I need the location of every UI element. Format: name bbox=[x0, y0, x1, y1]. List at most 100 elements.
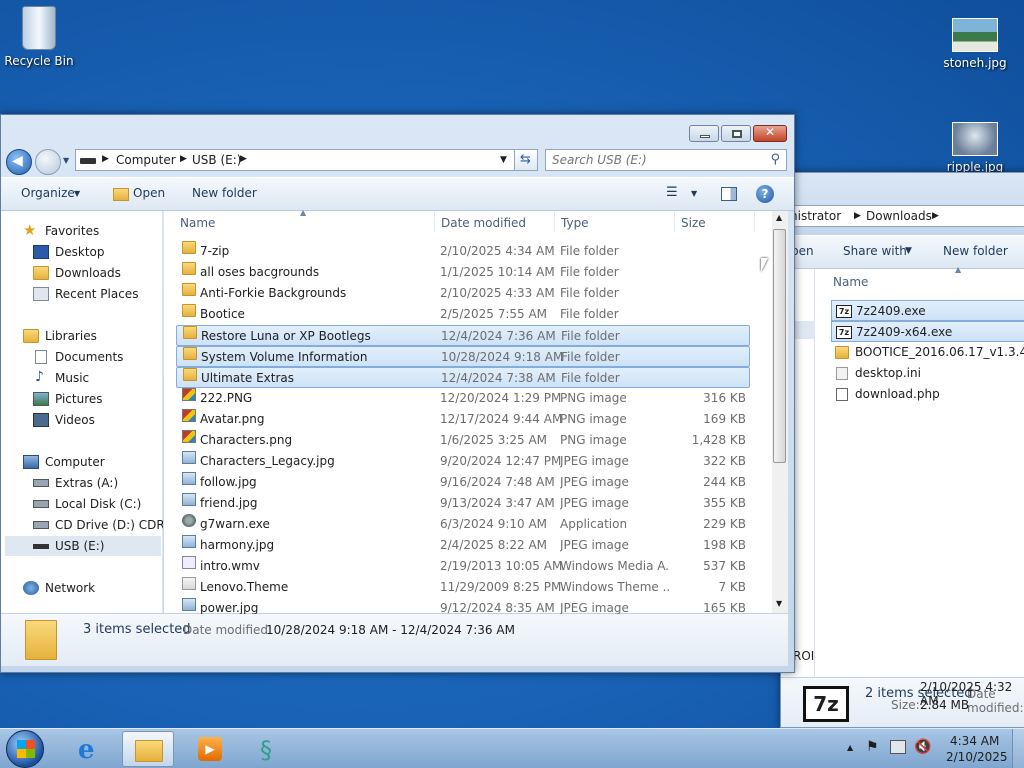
organize-button[interactable]: Organize bbox=[21, 186, 75, 200]
new-folder-button[interactable]: New folder bbox=[192, 186, 257, 200]
file-row[interactable]: Avatar.png 12/17/2024 9:44 AM PNG image 169… bbox=[176, 409, 750, 430]
file-row[interactable]: Ultimate Extras 12/4/2024 7:38 AM File fol… bbox=[176, 367, 750, 388]
address-dropdown-icon[interactable]: ▼ bbox=[500, 155, 507, 165]
file-row[interactable]: System Volume Information 10/28/2024 9:18… bbox=[176, 346, 750, 367]
breadcrumb-usb[interactable]: USB (E:) bbox=[192, 153, 241, 167]
file-date: 12/4/2024 7:38 AM bbox=[441, 371, 556, 385]
nav-computer[interactable]: Computer bbox=[23, 452, 105, 472]
nav-local-disk[interactable]: Local Disk (C:) bbox=[33, 494, 141, 514]
file-row[interactable]: harmony.jpg 2/4/2025 8:22 AM JPEG image 198… bbox=[176, 535, 750, 556]
clock-date[interactable]: 2/10/2025 bbox=[946, 750, 1008, 764]
chevron-down-icon[interactable]: ▼ bbox=[691, 189, 697, 198]
recycle-bin-icon[interactable]: Recycle Bin bbox=[1, 6, 77, 68]
file-date: 2/19/2013 10:05 AM bbox=[440, 559, 563, 573]
nav-documents[interactable]: Documents bbox=[33, 347, 123, 367]
nav-usb-drive[interactable]: USB (E:) bbox=[5, 536, 161, 556]
recent-pages-chevron-icon[interactable]: ▼ bbox=[63, 156, 69, 165]
trash-icon bbox=[22, 6, 56, 50]
preview-pane-icon[interactable] bbox=[721, 187, 737, 201]
nav-network[interactable]: Network bbox=[23, 578, 95, 598]
scroll-down-icon[interactable]: ▼ bbox=[776, 599, 782, 608]
start-button[interactable] bbox=[6, 730, 44, 768]
scroll-thumb[interactable] bbox=[773, 229, 786, 463]
file-type: JPEG image bbox=[560, 538, 629, 552]
explorer-taskbar-button[interactable] bbox=[122, 731, 174, 767]
file-row[interactable]: all oses bacgrounds 1/1/2025 10:14 AM File… bbox=[176, 262, 750, 283]
nav-recent-places[interactable]: Recent Places bbox=[33, 284, 138, 304]
nav-downloads[interactable]: Downloads bbox=[33, 263, 121, 283]
internet-explorer-taskbar-button[interactable]: e bbox=[66, 731, 118, 767]
nav-music[interactable]: ♪ Music bbox=[33, 368, 89, 388]
file-row[interactable]: g7warn.exe 6/3/2024 9:10 AM Application 229… bbox=[176, 514, 750, 535]
show-hidden-icons-chevron[interactable]: ▲ bbox=[847, 743, 853, 752]
nav-label: Videos bbox=[55, 413, 95, 427]
file-row[interactable]: 222.PNG 12/20/2024 1:29 PM PNG image 316 KB bbox=[176, 388, 750, 409]
back-button[interactable]: ◀ bbox=[6, 149, 32, 175]
nav-label: Extras (A:) bbox=[55, 476, 119, 490]
nav-videos[interactable]: Videos bbox=[33, 410, 95, 430]
downloads-window[interactable]: nistrator ▶ Downloads ▶ pen Share with ▼… bbox=[780, 172, 1024, 728]
file-date: 12/20/2024 1:29 PM bbox=[440, 391, 562, 405]
open-button[interactable]: Open bbox=[133, 186, 165, 200]
file-date: 1/6/2025 3:25 AM bbox=[440, 433, 548, 447]
file-row[interactable]: Restore Luna or XP Bootlegs 12/4/2024 7:3… bbox=[176, 325, 750, 346]
file-date: 2/10/2025 4:34 AM bbox=[440, 244, 555, 258]
column-header-date[interactable]: Date modified bbox=[441, 216, 526, 230]
forward-button[interactable] bbox=[35, 149, 61, 175]
file-row[interactable]: intro.wmv 2/19/2013 10:05 AM Windows Media… bbox=[176, 556, 750, 577]
nav-pictures[interactable]: Pictures bbox=[33, 389, 103, 409]
nav-label: Favorites bbox=[45, 224, 100, 238]
column-header-type[interactable]: Type bbox=[561, 216, 589, 230]
star-icon: ★ bbox=[23, 221, 37, 239]
action-center-flag-icon[interactable]: ⚑ bbox=[866, 739, 879, 755]
media-player-taskbar-button[interactable]: ▶ bbox=[184, 731, 236, 767]
network-tray-icon[interactable] bbox=[890, 740, 906, 754]
nav-favorites[interactable]: ★ Favorites bbox=[23, 221, 99, 241]
clock-time[interactable]: 4:34 AM bbox=[950, 734, 999, 748]
refresh-button[interactable]: ⇆ bbox=[514, 149, 538, 171]
file-row[interactable]: Bootice 2/5/2025 7:55 AM File folder bbox=[176, 304, 750, 325]
address-bar[interactable]: ▶ Computer ▶ USB (E:) ▶ ▼ bbox=[75, 149, 515, 171]
file-date: 12/17/2024 9:44 AM bbox=[440, 412, 563, 426]
column-header-size[interactable]: Size bbox=[681, 216, 706, 230]
column-header-name[interactable]: Name bbox=[180, 216, 215, 230]
file-date: 9/12/2024 8:35 AM bbox=[440, 601, 555, 614]
show-desktop-button[interactable] bbox=[1012, 729, 1024, 768]
recent-places-icon bbox=[33, 287, 49, 301]
close-button[interactable]: ✕ bbox=[753, 125, 787, 142]
file-row[interactable]: Characters_Legacy.jpg 9/20/2024 12:47 PM J… bbox=[176, 451, 750, 472]
scroll-up-icon[interactable]: ▲ bbox=[776, 213, 782, 222]
help-icon[interactable]: ? bbox=[756, 185, 774, 203]
image-thumbnail-icon bbox=[952, 122, 998, 156]
nav-cd-drive[interactable]: CD Drive (D:) CDROM bbox=[33, 515, 163, 535]
file-row[interactable]: Anti-Forkie Backgrounds 2/10/2025 4:33 AM… bbox=[176, 283, 750, 304]
file-date: 11/29/2009 8:25 PM bbox=[440, 580, 562, 594]
nav-libraries[interactable]: Libraries bbox=[23, 326, 97, 346]
file-row[interactable]: power.jpg 9/12/2024 8:35 AM JPEG image 165 … bbox=[176, 598, 750, 614]
computer-icon bbox=[23, 455, 39, 469]
vertical-scrollbar[interactable]: ▲ ▼ bbox=[772, 211, 788, 613]
app-taskbar-button[interactable]: § bbox=[246, 731, 298, 767]
nav-desktop[interactable]: Desktop bbox=[33, 242, 105, 262]
view-options-icon[interactable]: ☰ bbox=[666, 185, 678, 200]
search-box[interactable]: ⚲ bbox=[545, 149, 787, 171]
list-item[interactable]: 7z 7z2409-x64.exe bbox=[831, 321, 1024, 342]
breadcrumb-computer[interactable]: Computer bbox=[116, 153, 176, 167]
maximize-button[interactable] bbox=[721, 125, 751, 142]
ripple-file-icon[interactable]: ripple.jpg bbox=[937, 122, 1013, 174]
file-size: 169 KB bbox=[703, 412, 746, 426]
list-item[interactable]: 7z 7z2409.exe bbox=[831, 300, 1024, 321]
exe-file-icon bbox=[182, 514, 196, 527]
nav-extras-drive[interactable]: Extras (A:) bbox=[33, 473, 118, 493]
volume-muted-icon[interactable]: 🔇 bbox=[914, 739, 931, 755]
file-row[interactable]: 7-zip 2/10/2025 4:34 AM File folder bbox=[176, 241, 750, 262]
file-row[interactable]: follow.jpg 9/16/2024 7:48 AM JPEG image 244… bbox=[176, 472, 750, 493]
file-type: JPEG image bbox=[560, 496, 629, 510]
minimize-button[interactable] bbox=[689, 125, 719, 142]
file-row[interactable]: Characters.png 1/6/2025 3:25 AM PNG image 1… bbox=[176, 430, 750, 451]
file-type: JPEG image bbox=[560, 475, 629, 489]
file-row[interactable]: friend.jpg 9/13/2024 3:47 AM JPEG image 355… bbox=[176, 493, 750, 514]
stoneh-file-icon[interactable]: stoneh.jpg bbox=[937, 18, 1013, 70]
file-row[interactable]: Lenovo.Theme 11/29/2009 8:25 PM Windows Th… bbox=[176, 577, 750, 598]
search-input[interactable] bbox=[552, 152, 752, 168]
